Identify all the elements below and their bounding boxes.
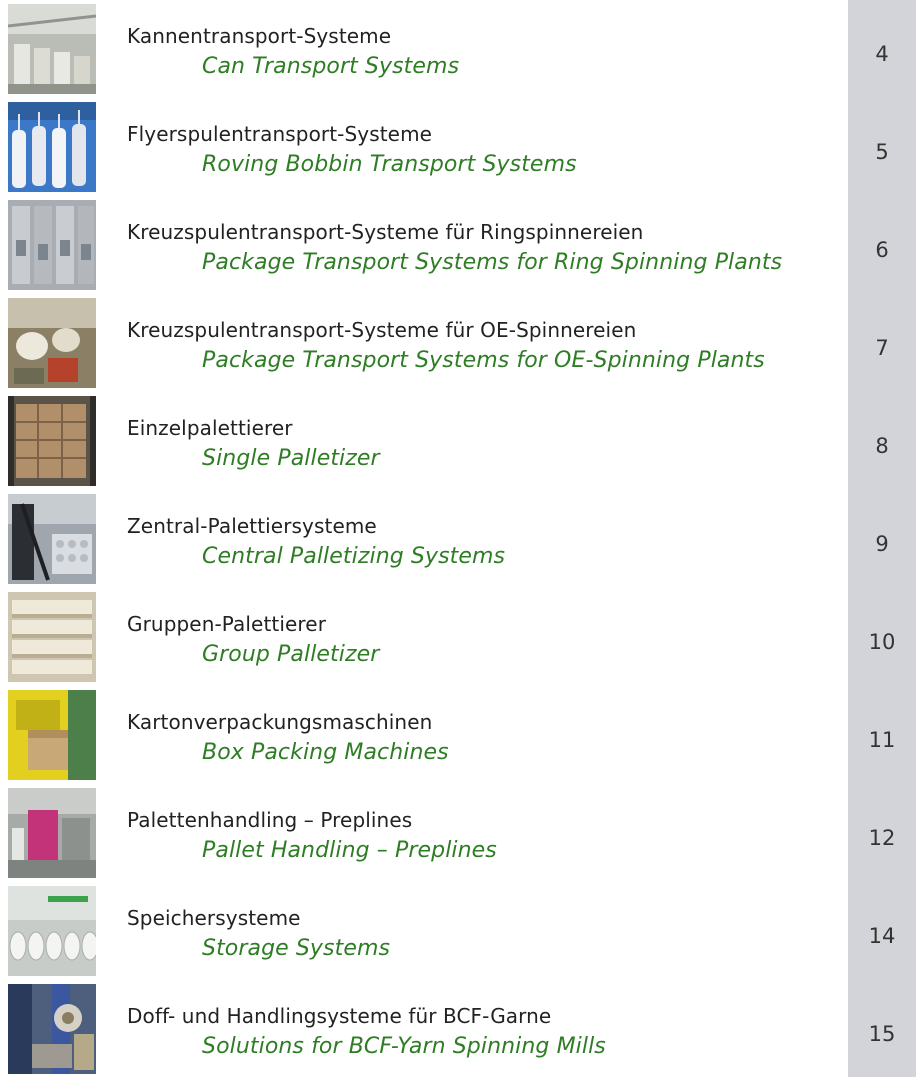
toc-title-german: Kartonverpackungsmaschinen	[127, 710, 433, 734]
toc-title-german: Kreuzspulentransport-Systeme für Ringspi…	[127, 220, 644, 244]
toc-title-german: Flyerspulentransport-Systeme	[127, 122, 433, 146]
toc-title-english: Central Palletizing Systems	[202, 544, 506, 569]
toc-entry-oe-spinning[interactable]: Kreuzspulentransport-Systeme für OE-Spin…	[0, 294, 916, 390]
toc-title-english: Single Palletizer	[202, 446, 380, 471]
roving-bobbin-photo	[8, 102, 96, 192]
toc-page-number: 14	[868, 924, 896, 948]
toc-title-german: Zentral-Palettiersysteme	[127, 514, 377, 538]
toc-title-english: Storage Systems	[202, 936, 391, 961]
toc-title-english: Group Palletizer	[202, 642, 380, 667]
toc-title-german: Kannentransport-Systeme	[127, 24, 392, 48]
single-palletizer-photo	[8, 396, 96, 486]
can-transport-photo	[8, 4, 96, 94]
toc-entry-single-palletizer[interactable]: Einzelpalettierer Single Palletizer 8	[0, 392, 916, 488]
toc-title-german: Speichersysteme	[127, 906, 301, 930]
bcf-yarn-photo	[8, 984, 96, 1074]
toc-entry-group-palletizer[interactable]: Gruppen-Palettierer Group Palletizer 10	[0, 588, 916, 684]
storage-systems-photo	[8, 886, 96, 976]
ring-spinning-photo	[8, 200, 96, 290]
toc-title-german: Einzelpalettierer	[127, 416, 293, 440]
box-packing-photo	[8, 690, 96, 780]
toc-entry-bcf-yarn[interactable]: Doff- und Handlingsysteme für BCF-Garne …	[0, 980, 916, 1076]
toc-entry-roving-bobbin[interactable]: Flyerspulentransport-Systeme Roving Bobb…	[0, 98, 916, 194]
toc-title-english: Package Transport Systems for OE-Spinnin…	[202, 348, 765, 373]
toc-title-german: Doff- und Handlingsysteme für BCF-Garne	[127, 1004, 552, 1028]
toc-page-number: 11	[868, 728, 896, 752]
toc-title-english: Can Transport Systems	[202, 54, 460, 79]
toc-title-german: Palettenhandling – Preplines	[127, 808, 413, 832]
toc-title-english: Pallet Handling – Preplines	[202, 838, 497, 863]
toc-page-number: 7	[875, 336, 889, 360]
toc-page-number: 5	[875, 140, 889, 164]
oe-spinning-photo	[8, 298, 96, 388]
toc-page-number: 15	[868, 1022, 896, 1046]
toc-entry-storage-systems[interactable]: Speichersysteme Storage Systems 14	[0, 882, 916, 978]
central-palletizing-photo	[8, 494, 96, 584]
toc-title-english: Roving Bobbin Transport Systems	[202, 152, 577, 177]
toc-page-number: 9	[875, 532, 889, 556]
toc-page-number: 12	[868, 826, 896, 850]
toc-page-number: 8	[875, 434, 889, 458]
toc-entry-can-transport[interactable]: Kannentransport-Systeme Can Transport Sy…	[0, 0, 916, 96]
toc-entry-ring-spinning[interactable]: Kreuzspulentransport-Systeme für Ringspi…	[0, 196, 916, 292]
toc-title-german: Gruppen-Palettierer	[127, 612, 327, 636]
toc-page-number: 10	[868, 630, 896, 654]
toc-entry-box-packing[interactable]: Kartonverpackungsmaschinen Box Packing M…	[0, 686, 916, 782]
toc-title-english: Package Transport Systems for Ring Spinn…	[202, 250, 783, 275]
pallet-handling-photo	[8, 788, 96, 878]
group-palletizer-photo	[8, 592, 96, 682]
toc-title-german: Kreuzspulentransport-Systeme für OE-Spin…	[127, 318, 637, 342]
toc-entry-pallet-handling[interactable]: Palettenhandling – Preplines Pallet Hand…	[0, 784, 916, 880]
toc-entry-central-palletizing[interactable]: Zentral-Palettiersysteme Central Palleti…	[0, 490, 916, 586]
toc-title-english: Solutions for BCF-Yarn Spinning Mills	[202, 1034, 606, 1059]
toc-page-number: 6	[875, 238, 889, 262]
toc-page-number: 4	[875, 42, 889, 66]
toc-title-english: Box Packing Machines	[202, 740, 449, 765]
